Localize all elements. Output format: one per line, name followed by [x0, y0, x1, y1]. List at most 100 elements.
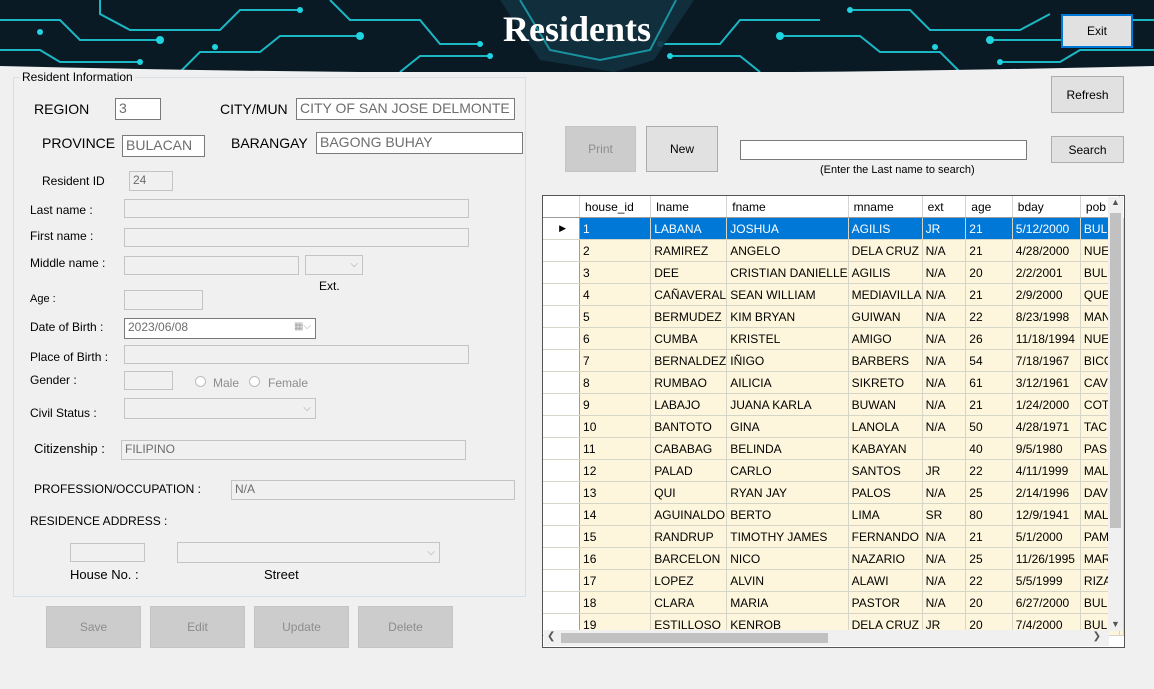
new-button[interactable]: New	[646, 126, 718, 172]
column-header[interactable]: age	[965, 196, 1013, 218]
table-cell[interactable]: 17	[579, 569, 652, 592]
table-cell[interactable]: N/A	[922, 569, 967, 592]
table-cell[interactable]: 2/2/2001	[1012, 261, 1081, 284]
table-cell[interactable]: SR	[922, 503, 967, 526]
province-field[interactable]: BULACAN	[122, 135, 205, 157]
row-header[interactable]	[543, 349, 581, 372]
table-cell[interactable]: 7/18/1967	[1012, 349, 1081, 372]
region-field[interactable]: 3	[115, 98, 161, 120]
table-cell[interactable]: 16	[579, 547, 652, 570]
female-radio[interactable]	[249, 376, 260, 387]
column-header[interactable]: fname	[726, 196, 849, 218]
row-header[interactable]	[543, 525, 581, 548]
table-cell[interactable]: KIM BRYAN	[726, 305, 849, 328]
table-row[interactable]: 12 PALAD CARLO SANTOS JR 22 4/11/1999 MAL	[543, 459, 1124, 482]
table-cell[interactable]: N/A	[922, 393, 967, 416]
table-cell[interactable]: JOSHUA	[726, 217, 849, 240]
row-header[interactable]	[543, 503, 581, 526]
table-cell[interactable]: CRISTIAN DANIELLE	[726, 261, 849, 284]
table-cell[interactable]: 1	[579, 217, 652, 240]
table-cell[interactable]: LIMA	[848, 503, 923, 526]
table-cell[interactable]: 12	[579, 459, 652, 482]
table-cell[interactable]: 11	[579, 437, 652, 460]
row-header[interactable]	[543, 327, 581, 350]
horizontal-scrollbar[interactable]: ❮ ❯	[544, 630, 1109, 646]
table-cell[interactable]: CUMBA	[650, 327, 728, 350]
table-cell[interactable]: 15	[579, 525, 652, 548]
table-cell[interactable]: 5	[579, 305, 652, 328]
table-cell[interactable]: N/A	[922, 591, 967, 614]
vertical-scrollbar[interactable]: ▲ ▼	[1108, 197, 1123, 631]
column-header[interactable]: mname	[848, 196, 923, 218]
table-cell[interactable]: PALOS	[848, 481, 923, 504]
table-row[interactable]: 6 CUMBA KRISTEL AMIGO N/A 26 11/18/1994 NUE	[543, 327, 1124, 350]
table-cell[interactable]: AGILIS	[848, 261, 923, 284]
table-cell[interactable]: N/A	[922, 349, 967, 372]
table-cell[interactable]: 6	[579, 327, 652, 350]
civil-status-combobox[interactable]: ⌵	[124, 398, 316, 419]
table-cell[interactable]: AGILIS	[848, 217, 923, 240]
table-cell[interactable]: 22	[965, 305, 1013, 328]
row-header[interactable]	[543, 305, 581, 328]
age-field[interactable]	[124, 290, 203, 310]
table-cell[interactable]: 4/11/1999	[1012, 459, 1081, 482]
table-cell[interactable]: TIMOTHY JAMES	[726, 525, 849, 548]
table-cell[interactable]: PALAD	[650, 459, 728, 482]
table-cell[interactable]: 20	[965, 591, 1013, 614]
table-cell[interactable]: CAÑAVERAL	[650, 283, 728, 306]
table-cell[interactable]: 50	[965, 415, 1013, 438]
table-cell[interactable]: QUI	[650, 481, 728, 504]
table-cell[interactable]: 80	[965, 503, 1013, 526]
table-cell[interactable]: N/A	[922, 305, 967, 328]
table-cell[interactable]	[922, 437, 967, 460]
row-header[interactable]	[543, 415, 581, 438]
table-cell[interactable]: 21	[965, 525, 1013, 548]
table-cell[interactable]: 3/12/1961	[1012, 371, 1081, 394]
profession-field[interactable]: N/A	[231, 480, 515, 500]
save-button[interactable]: Save	[46, 606, 141, 648]
table-cell[interactable]: 25	[965, 547, 1013, 570]
table-row[interactable]: 13 QUI RYAN JAY PALOS N/A 25 2/14/1996 DAV	[543, 481, 1124, 504]
house-no-field[interactable]	[70, 543, 145, 562]
row-header[interactable]	[543, 547, 581, 570]
table-cell[interactable]: 8	[579, 371, 652, 394]
table-row[interactable]: 3 DEE CRISTIAN DANIELLE AGILIS N/A 20 2/2/2001…	[543, 261, 1124, 284]
table-cell[interactable]: ALVIN	[726, 569, 849, 592]
table-cell[interactable]: 20	[965, 261, 1013, 284]
table-cell[interactable]: SIKRETO	[848, 371, 923, 394]
barangay-field[interactable]: BAGONG BUHAY	[316, 132, 523, 154]
column-header[interactable]: ext	[922, 196, 967, 218]
print-button[interactable]: Print	[565, 126, 636, 172]
table-cell[interactable]: MARIA	[726, 591, 849, 614]
table-row[interactable]: 11 CABABAG BELINDA KABAYAN 40 9/5/1980 PAS	[543, 437, 1124, 460]
scroll-left-icon[interactable]: ❮	[547, 631, 555, 642]
table-cell[interactable]: 4	[579, 283, 652, 306]
table-cell[interactable]: ANGELO	[726, 239, 849, 262]
table-cell[interactable]: 10	[579, 415, 652, 438]
table-cell[interactable]: 3	[579, 261, 652, 284]
table-row[interactable]: 17 LOPEZ ALVIN ALAWI N/A 22 5/5/1999 RIZA	[543, 569, 1124, 592]
table-cell[interactable]: 26	[965, 327, 1013, 350]
column-header[interactable]: house_id	[579, 196, 652, 218]
table-cell[interactable]: DEE	[650, 261, 728, 284]
table-row[interactable]: 9 LABAJO JUANA KARLA BUWAN N/A 21 1/24/2000 COT	[543, 393, 1124, 416]
edit-button[interactable]: Edit	[150, 606, 245, 648]
table-cell[interactable]: 4/28/2000	[1012, 239, 1081, 262]
table-cell[interactable]: BERTO	[726, 503, 849, 526]
table-cell[interactable]: 21	[965, 393, 1013, 416]
table-cell[interactable]: SEAN WILLIAM	[726, 283, 849, 306]
table-cell[interactable]: RUMBAO	[650, 371, 728, 394]
table-row[interactable]: 15 RANDRUP TIMOTHY JAMES FERNANDO N/A 21 5/1/2…	[543, 525, 1124, 548]
row-header[interactable]	[543, 371, 581, 394]
table-cell[interactable]: BANTOTO	[650, 415, 728, 438]
table-cell[interactable]: N/A	[922, 415, 967, 438]
table-cell[interactable]: 21	[965, 283, 1013, 306]
table-cell[interactable]: 12/9/1941	[1012, 503, 1081, 526]
table-cell[interactable]: 8/23/1998	[1012, 305, 1081, 328]
male-radio[interactable]	[195, 376, 206, 387]
table-cell[interactable]: 2	[579, 239, 652, 262]
row-header[interactable]	[543, 591, 581, 614]
pob-field[interactable]	[124, 345, 469, 364]
table-row[interactable]: 8 RUMBAO AILICIA SIKRETO N/A 61 3/12/1961 CAV	[543, 371, 1124, 394]
table-cell[interactable]: LANOLA	[848, 415, 923, 438]
